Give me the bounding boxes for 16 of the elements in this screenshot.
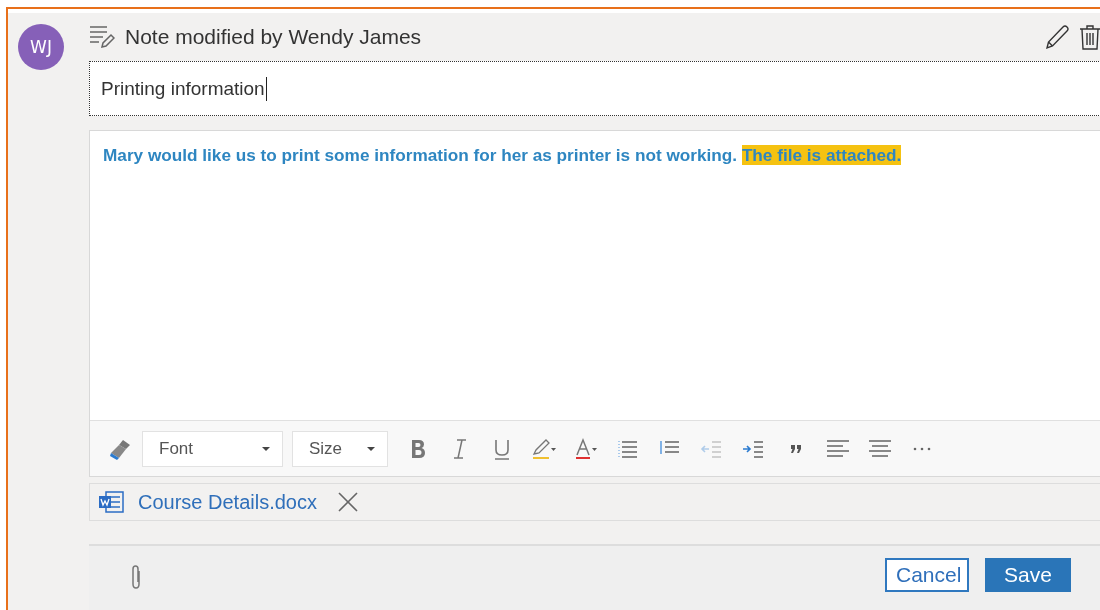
note-body-text: Mary would like us to print some information for her as printer is not working. The file is attached. (102, 144, 903, 167)
pencil-icon[interactable] (1045, 24, 1069, 50)
close-icon[interactable] (336, 491, 359, 513)
paperclip-icon[interactable] (129, 564, 143, 590)
save-button[interactable]: Save (985, 558, 1071, 592)
word-document-icon (98, 491, 124, 513)
font-dropdown[interactable]: Font (142, 430, 283, 467)
subject-field[interactable]: Printing information (89, 61, 1100, 116)
size-dropdown[interactable]: Size (292, 430, 388, 467)
avatar: WJ (18, 24, 64, 70)
font-color-icon[interactable] (573, 436, 599, 461)
trash-icon[interactable] (1079, 24, 1100, 50)
attachment-link[interactable]: Course Details.docx (138, 490, 317, 514)
note-icon (89, 25, 115, 49)
cancel-button[interactable]: Cancel (885, 558, 969, 592)
note-title: Note modified by Wendy James (125, 25, 422, 49)
